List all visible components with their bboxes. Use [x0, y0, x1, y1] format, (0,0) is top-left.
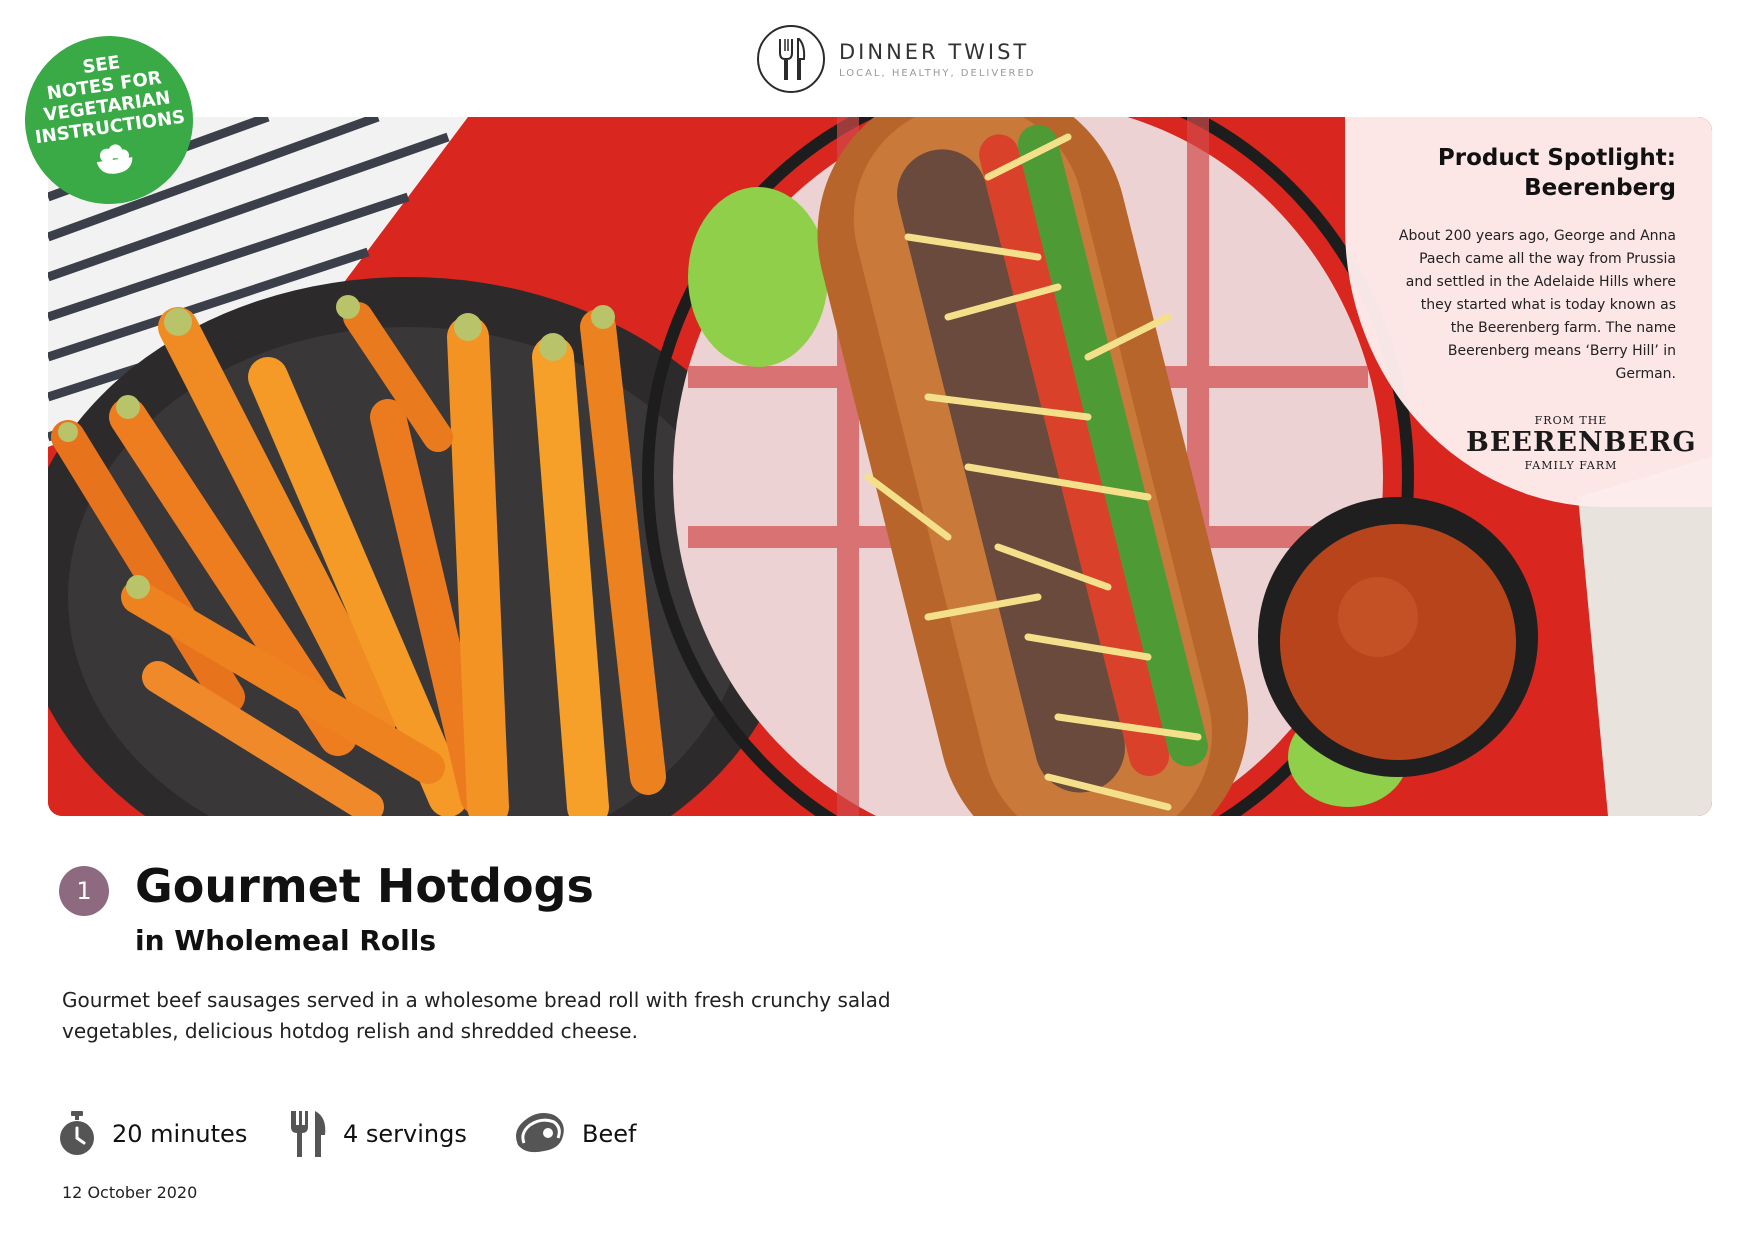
- spotlight-title: Product Spotlight: Beerenberg: [1437, 145, 1676, 201]
- recipe-title: Gourmet Hotdogs: [135, 859, 594, 913]
- step-number-badge: 1: [59, 866, 109, 916]
- time-text: 20 minutes: [112, 1120, 248, 1148]
- stopwatch-icon: [60, 1111, 94, 1155]
- beerenberg-logo: FROM THE BEERENBERG FAMILY FARM: [1466, 414, 1697, 472]
- spotlight-body: About 200 years ago, George and Anna Pae…: [1398, 228, 1676, 382]
- brand-tagline: LOCAL, HEALTHY, DELIVERED: [839, 67, 1036, 79]
- recipe-date: 12 October 2020: [62, 1183, 198, 1202]
- servings-text: 4 servings: [343, 1120, 467, 1148]
- brand-logo: DINNER TWIST LOCAL, HEALTHY, DELIVERED: [757, 25, 1035, 93]
- fork-knife-icon: [291, 1111, 326, 1157]
- fork-knife-icon: [757, 25, 825, 93]
- steak-icon: [516, 1113, 564, 1153]
- recipe-description: Gourmet beef sausages served in a wholes…: [62, 988, 891, 1043]
- servings-info: 4 servings: [289, 1110, 467, 1158]
- protein-text: Beef: [582, 1120, 637, 1148]
- protein-info: Beef: [512, 1110, 636, 1158]
- time-info: 20 minutes: [58, 1110, 247, 1158]
- brand-name: DINNER TWIST: [839, 39, 1030, 64]
- recipe-subtitle: in Wholemeal Rolls: [135, 924, 436, 957]
